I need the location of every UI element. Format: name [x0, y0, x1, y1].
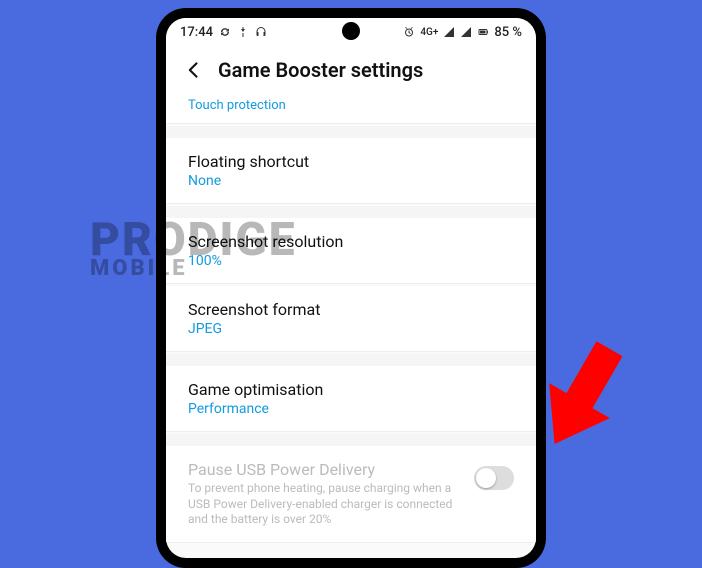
- touch-protection-item[interactable]: Touch protection: [166, 98, 536, 124]
- signal-icon: [443, 26, 455, 38]
- screenshot-resolution-item[interactable]: Screenshot resolution 100%: [166, 218, 536, 284]
- battery-percent: 85 %: [494, 25, 522, 40]
- page-title: Game Booster settings: [218, 58, 423, 82]
- headphone-icon: [255, 26, 267, 38]
- back-icon[interactable]: [184, 60, 204, 80]
- item-title: Floating shortcut: [188, 152, 514, 171]
- item-sub: Touch protection: [188, 98, 514, 113]
- game-optimisation-item[interactable]: Game optimisation Performance: [166, 366, 536, 432]
- item-sub: None: [188, 173, 514, 189]
- item-title: Screenshot resolution: [188, 232, 514, 251]
- screen: 17:44 4G+ 85 % Game Booster settings Tou…: [166, 18, 536, 558]
- settings-list: Touch protection Floating shortcut None …: [166, 98, 536, 543]
- floating-shortcut-item[interactable]: Floating shortcut None: [166, 138, 536, 204]
- title-bar: Game Booster settings: [166, 46, 536, 98]
- item-title: Pause USB Power Delivery: [188, 460, 474, 479]
- usb-icon: [237, 26, 249, 38]
- pause-usb-item[interactable]: Pause USB Power Delivery To prevent phon…: [166, 446, 536, 543]
- item-sub: Performance: [188, 401, 514, 417]
- item-sub: 100%: [188, 253, 514, 269]
- camera-notch: [342, 22, 360, 40]
- item-description: To prevent phone heating, pause charging…: [188, 481, 474, 528]
- network-label: 4G+: [420, 27, 438, 38]
- item-sub: JPEG: [188, 321, 514, 337]
- sync-icon: [219, 26, 231, 38]
- toggle-knob: [476, 468, 496, 488]
- item-title: Screenshot format: [188, 300, 514, 319]
- alarm-icon: [403, 26, 415, 38]
- battery-icon: [477, 26, 489, 38]
- phone-frame: 17:44 4G+ 85 % Game Booster settings Tou…: [156, 8, 546, 568]
- screenshot-format-item[interactable]: Screenshot format JPEG: [166, 286, 536, 352]
- item-title: Game optimisation: [188, 380, 514, 399]
- signal-icon-2: [460, 26, 472, 38]
- status-time: 17:44: [180, 25, 213, 40]
- pause-usb-toggle[interactable]: [474, 466, 514, 490]
